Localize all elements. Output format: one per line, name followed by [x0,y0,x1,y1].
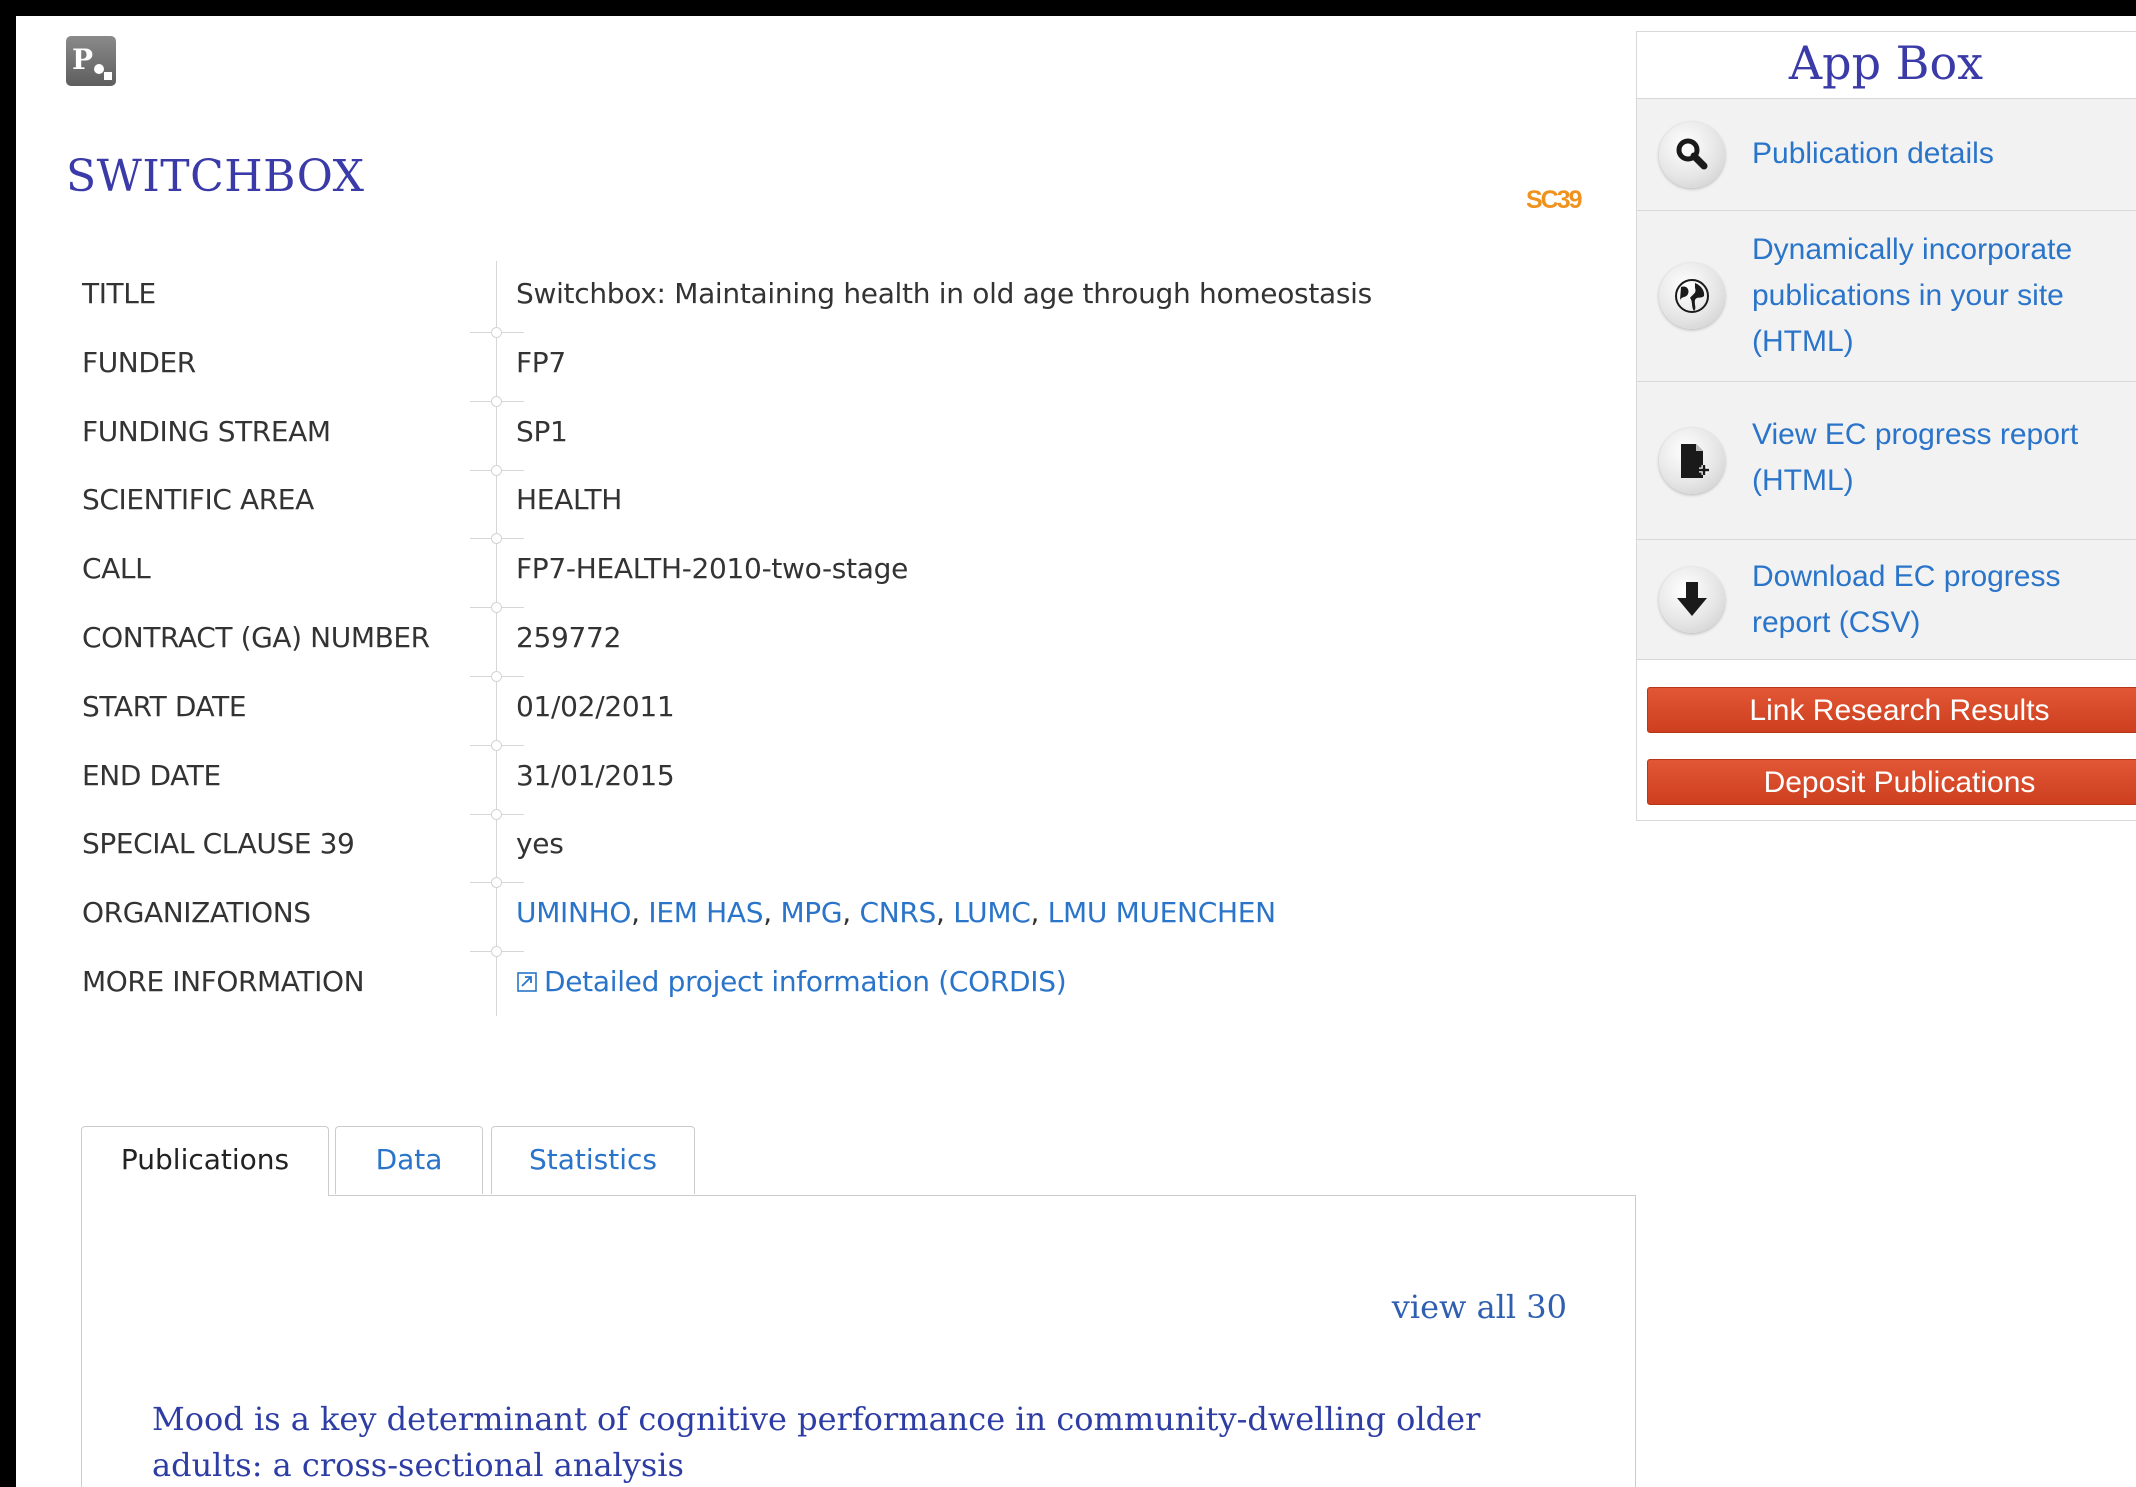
organization-link[interactable]: UMINHO [516,896,631,929]
organization-link[interactable]: MPG [780,896,842,929]
detail-value: SP1 [516,414,568,448]
tab-statistics[interactable]: Statistics [491,1126,695,1194]
organization-separator: , [936,896,954,930]
tab-data[interactable]: Data [335,1126,483,1194]
app-box-item-label: Publication details [1752,137,1994,170]
organization-separator: , [631,896,649,930]
organization-link[interactable]: LMU MUENCHEN [1048,896,1276,929]
app-box-item-label: Dynamically incorporate publications in … [1752,233,2073,358]
organizations-list: UMINHO, IEM HAS, MPG, CNRS, LUMC, LMU MU… [516,896,1276,929]
detail-label: FUNDER [82,345,196,379]
detail-value: HEALTH [516,483,623,517]
detail-row-contract-number: CONTRACT (GA) NUMBER 259772 [66,605,1586,682]
detail-label: SCIENTIFIC AREA [82,483,314,517]
detail-label: END DATE [82,758,221,792]
detail-value: Switchbox: Maintaining health in old age… [516,277,1372,310]
detail-row-organizations: ORGANIZATIONS UMINHO, IEM HAS, MPG, CNRS… [66,880,1586,958]
publications-panel: view all 30 Mood is a key determinant of… [81,1195,1636,1487]
organization-link[interactable]: CNRS [860,896,937,929]
link-research-results-button[interactable]: Link Research Results [1647,687,2136,733]
detail-row-funder: FUNDER FP7 [66,330,1586,407]
sc39-badge: SC39 [1526,186,1583,214]
detail-value: 31/01/2015 [516,758,675,792]
app-box-item-publication-details[interactable]: Publication details [1637,99,2136,211]
app-box-title: App Box [1637,32,2136,99]
app-box-item-label: View EC progress report (HTML) [1752,418,2079,497]
download-arrow-icon [1659,567,1725,633]
cordis-link-wrapper: Detailed project information (CORDIS) [516,964,1067,998]
detail-row-end-date: END DATE 31/01/2015 [66,743,1586,820]
detail-label: TITLE [82,277,156,310]
app-box: App Box Publication details Dynamically … [1636,31,2136,821]
detail-label: ORGANIZATIONS [82,896,311,930]
organization-separator: , [842,896,860,930]
detail-label: FUNDING STREAM [82,414,331,448]
detail-value: FP7 [516,345,566,379]
svg-text:P: P [72,43,93,76]
detail-value: yes [516,827,564,861]
project-title: SWITCHBOX [66,151,365,202]
detail-row-title: TITLE Switchbox: Maintaining health in o… [66,261,1586,338]
detail-label: CONTRACT (GA) NUMBER [82,620,430,654]
portal-logo-icon[interactable]: P [66,36,116,86]
organization-separator: , [763,896,781,930]
detail-label: CALL [82,552,151,586]
deposit-publications-button[interactable]: Deposit Publications [1647,759,2136,805]
cordis-link-label: Detailed project information (CORDIS) [544,964,1067,998]
app-box-item-label: Download EC progress report (CSV) [1752,560,2061,639]
view-all-publications-link[interactable]: view all 30 [1392,1288,1567,1326]
organization-link[interactable]: LUMC [953,896,1031,929]
detail-row-funding-stream: FUNDING STREAM SP1 [66,399,1586,476]
organization-link[interactable]: IEM HAS [648,896,763,929]
globe-icon [1659,263,1725,329]
publication-title-link[interactable]: Mood is a key determinant of cognitive p… [152,1396,1552,1487]
detail-label: SPECIAL CLAUSE 39 [82,827,355,861]
magnifier-icon [1659,122,1725,188]
detail-value: 01/02/2011 [516,689,675,723]
organization-separator: , [1030,896,1048,930]
detail-value: FP7-HEALTH-2010-two-stage [516,552,909,586]
tab-publications[interactable]: Publications [81,1126,329,1196]
project-details-list: TITLE Switchbox: Maintaining health in o… [66,261,1586,1018]
detail-value: 259772 [516,620,622,654]
detail-row-special-clause: SPECIAL CLAUSE 39 yes [66,811,1586,889]
document-add-icon [1659,428,1725,494]
cordis-link[interactable]: Detailed project information (CORDIS) [516,964,1067,998]
app-box-item-download-ec-report[interactable]: Download EC progress report (CSV) [1637,540,2136,660]
app-box-item-view-ec-report[interactable]: View EC progress report (HTML) [1637,382,2136,540]
external-link-icon [517,972,537,992]
detail-row-start-date: START DATE 01/02/2011 [66,674,1586,751]
detail-label: MORE INFORMATION [82,964,365,998]
project-page: P SWITCHBOX SC39 TITLE Switchbox: Mainta… [16,16,2136,1487]
detail-row-scientific-area: SCIENTIFIC AREA HEALTH [66,467,1586,545]
detail-label: START DATE [82,689,247,723]
app-box-item-incorporate-publications[interactable]: Dynamically incorporate publications in … [1637,211,2136,382]
detail-row-call: CALL FP7-HEALTH-2010-two-stage [66,536,1586,614]
detail-row-more-information: MORE INFORMATION Detailed project inform… [66,949,1586,1018]
